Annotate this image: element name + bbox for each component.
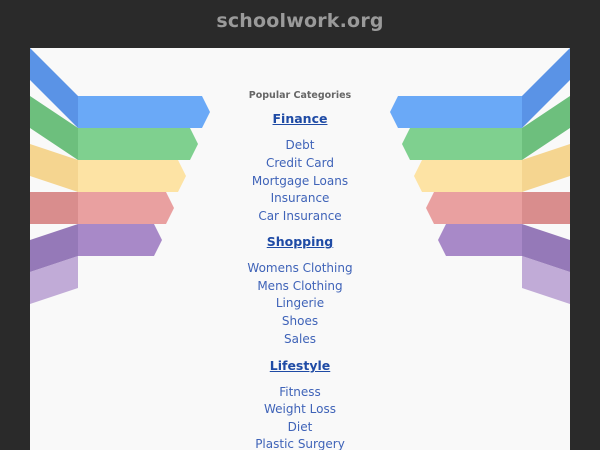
category-link[interactable]: Mens Clothing <box>170 279 430 293</box>
category-link[interactable]: Lingerie <box>170 296 430 310</box>
category-link[interactable]: Mortgage Loans <box>170 174 430 188</box>
category-title-shopping[interactable]: Shopping <box>170 234 430 249</box>
category-title-finance[interactable]: Finance <box>170 111 430 126</box>
category-link[interactable]: Insurance <box>170 191 430 205</box>
category-link[interactable]: Diet <box>170 420 430 434</box>
category-link[interactable]: Shoes <box>170 314 430 328</box>
category-link[interactable]: Car Insurance <box>170 209 430 223</box>
category-link[interactable]: Weight Loss <box>170 402 430 416</box>
category-title-lifestyle[interactable]: Lifestyle <box>170 358 430 373</box>
category-link[interactable]: Sales <box>170 332 430 346</box>
category-link[interactable]: Fitness <box>170 385 430 399</box>
category-link[interactable]: Plastic Surgery <box>170 437 430 450</box>
category-link[interactable]: Credit Card <box>170 156 430 170</box>
site-title: schoolwork.org <box>216 10 384 32</box>
content-panel: Popular Categories Finance Debt Credit C… <box>30 48 570 450</box>
popular-categories-heading: Popular Categories <box>248 90 352 101</box>
category-link[interactable]: Womens Clothing <box>170 261 430 275</box>
category-link[interactable]: Debt <box>170 138 430 152</box>
